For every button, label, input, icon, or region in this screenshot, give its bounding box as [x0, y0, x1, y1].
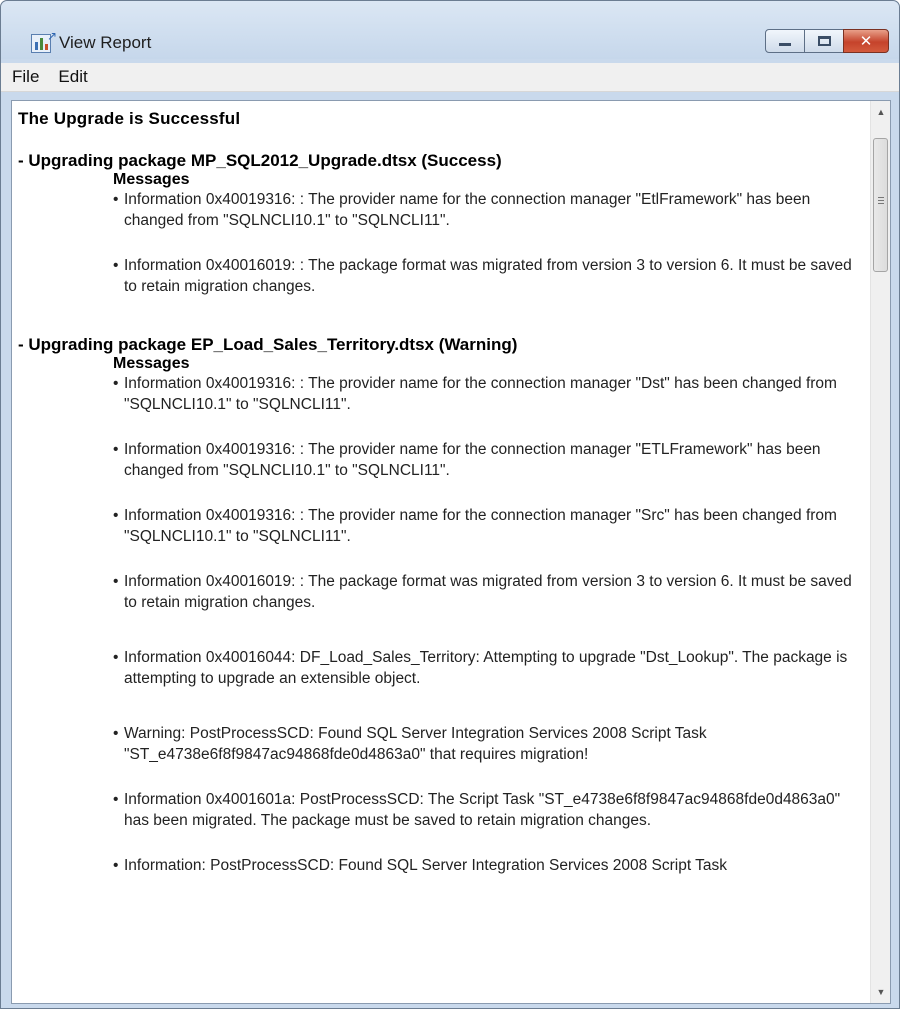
messages-label: Messages — [113, 355, 190, 372]
caption-buttons: ✕ — [765, 29, 889, 54]
window-title: View Report — [59, 33, 152, 52]
message-list: Information 0x40019316: : The provider n… — [113, 189, 858, 297]
package-section: - Upgrading package MP_SQL2012_Upgrade.d… — [18, 151, 858, 297]
grip-icon — [878, 197, 884, 204]
menu-edit[interactable]: Edit — [50, 67, 95, 87]
message-item: Warning: PostProcessSCD: Found SQL Serve… — [113, 723, 853, 765]
message-item: Information 0x4001601a: PostProcessSCD: … — [113, 789, 853, 831]
message-item: Information: PostProcessSCD: Found SQL S… — [113, 855, 853, 876]
scroll-down-arrow-icon[interactable]: ▼ — [871, 983, 891, 1001]
maximize-icon — [817, 36, 831, 46]
close-icon: ✕ — [859, 33, 873, 50]
message-item: Information 0x40019316: : The provider n… — [113, 189, 853, 231]
minimize-icon — [779, 42, 791, 46]
view-report-window: ↗ View Report ✕ File Edit The Upgrade is… — [0, 0, 900, 1009]
message-item: Information 0x40019316: : The provider n… — [113, 373, 853, 415]
package-section: - Upgrading package EP_Load_Sales_Territ… — [18, 335, 858, 876]
vertical-scrollbar[interactable]: ▲ ▼ — [870, 101, 890, 1003]
message-item: Information 0x40016019: : The package fo… — [113, 255, 853, 297]
package-header: - Upgrading package EP_Load_Sales_Territ… — [18, 335, 518, 354]
message-item: Information 0x40019316: : The provider n… — [113, 505, 853, 547]
title-bar[interactable]: ↗ View Report ✕ — [1, 1, 899, 59]
report-pane: The Upgrade is Successful - Upgrading pa… — [11, 100, 891, 1004]
maximize-button[interactable] — [804, 29, 844, 53]
minimize-button[interactable] — [765, 29, 805, 53]
report-title: The Upgrade is Successful — [18, 109, 241, 128]
report-content[interactable]: The Upgrade is Successful - Upgrading pa… — [12, 101, 870, 1003]
message-item: Information 0x40016019: : The package fo… — [113, 571, 853, 613]
scroll-up-arrow-icon[interactable]: ▲ — [871, 103, 891, 121]
messages-label: Messages — [113, 171, 190, 188]
menu-file[interactable]: File — [4, 67, 47, 87]
message-item: Information 0x40019316: : The provider n… — [113, 439, 853, 481]
package-header: - Upgrading package MP_SQL2012_Upgrade.d… — [18, 151, 502, 170]
message-item: Information 0x40016044: DF_Load_Sales_Te… — [113, 647, 853, 689]
scrollbar-thumb[interactable] — [873, 138, 888, 272]
report-app-icon: ↗ — [31, 30, 57, 53]
menu-bar: File Edit — [1, 63, 899, 92]
message-list: Information 0x40019316: : The provider n… — [113, 373, 858, 876]
close-button[interactable]: ✕ — [843, 29, 889, 53]
